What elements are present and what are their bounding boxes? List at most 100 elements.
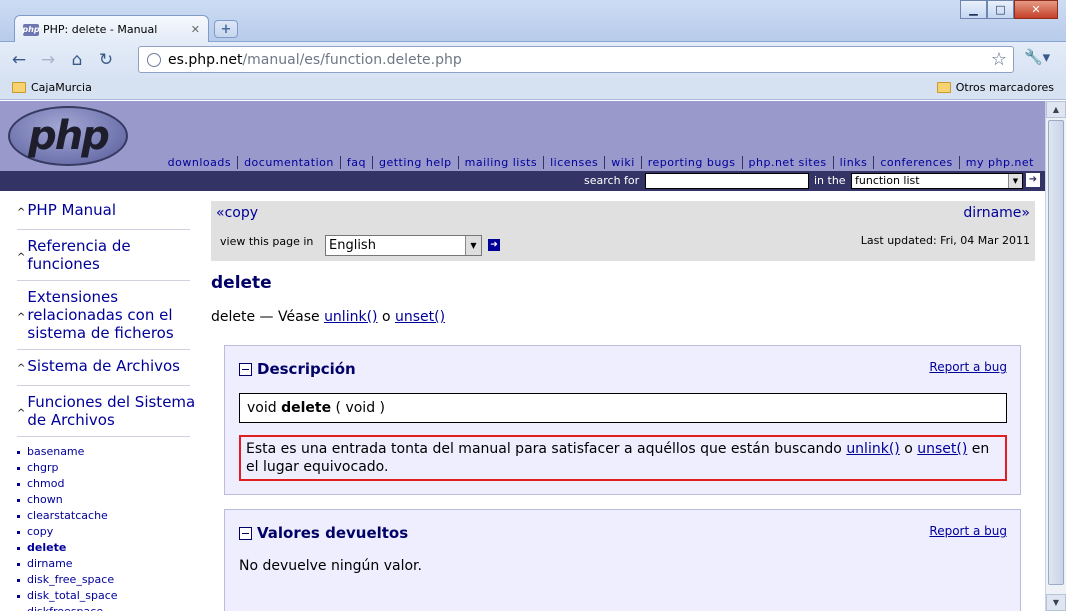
sidebar-function-dirname[interactable]: dirname — [17, 556, 200, 572]
page-viewport: php downloads documentation faq getting … — [0, 101, 1045, 611]
sidebar-item-php-manual[interactable]: ^ PHP Manual — [0, 201, 200, 222]
bullet-icon — [17, 578, 20, 582]
tab-close-icon[interactable]: ✕ — [191, 23, 200, 36]
section-heading: Valores devueltos — [239, 524, 1007, 542]
vertical-scrollbar[interactable]: ▲ ▼ — [1045, 101, 1066, 611]
search-input[interactable] — [645, 173, 809, 189]
sidebar-item-sistema-archivos[interactable]: ^ Sistema de Archivos — [0, 357, 200, 378]
highlighted-note: Esta es una entrada tonta del manual par… — [239, 435, 1007, 481]
next-link[interactable]: dirname» — [963, 205, 1030, 221]
folder-icon — [936, 82, 951, 93]
bullet-icon — [17, 498, 20, 502]
sidebar-item-funciones[interactable]: ^ Funciones del Sistema de Archivos — [0, 393, 200, 429]
sidebar-function-disk-total-space[interactable]: disk_total_space — [17, 588, 200, 604]
caret-up-icon: ^ — [17, 252, 26, 263]
nav-reporting-bugs[interactable]: reporting bugs — [640, 156, 742, 169]
nav-licenses[interactable]: licenses — [543, 156, 604, 169]
reload-button[interactable]: ↻ — [93, 47, 119, 73]
return-text: No devuelve ningún valor. — [239, 558, 422, 574]
sidebar-item-referencia[interactable]: ^ Referencia de funciones — [0, 237, 200, 273]
divider — [17, 229, 190, 230]
nav-documentation[interactable]: documentation — [237, 156, 340, 169]
php-logo[interactable]: php — [8, 106, 128, 166]
nav-my-phpnet[interactable]: my php.net — [958, 156, 1040, 169]
unset-link[interactable]: unset() — [395, 309, 445, 325]
bookmark-other[interactable]: Otros marcadores — [936, 81, 1054, 94]
window-controls: ▁ □ ✕ — [960, 0, 1058, 19]
bookmark-cajamurcia[interactable]: CajaMurcia — [12, 81, 92, 94]
nav-phpnet-sites[interactable]: php.net sites — [741, 156, 833, 169]
view-page-label: view this page in — [220, 235, 314, 248]
chevron-down-icon: ▼ — [1008, 174, 1022, 188]
nav-getting-help[interactable]: getting help — [371, 156, 458, 169]
sidebar-function-clearstatcache[interactable]: clearstatcache — [17, 508, 200, 524]
sidebar-function-delete[interactable]: delete — [17, 540, 200, 556]
forward-button[interactable]: → — [35, 47, 61, 73]
bookmark-star-icon[interactable]: ☆ — [991, 49, 1007, 70]
nav-wiki[interactable]: wiki — [604, 156, 640, 169]
php-search-bar: search for in the function list ▼ ➜ — [0, 171, 1045, 191]
sidebar-function-chmod[interactable]: chmod — [17, 476, 200, 492]
language-select[interactable]: English ▼ — [325, 235, 482, 256]
bullet-icon — [17, 530, 20, 534]
sidebar-item-extensiones[interactable]: ^ Extensiones relacionadas con el sistema… — [0, 288, 200, 342]
description-section: Descripción Report a bug void delete ( v… — [224, 345, 1021, 495]
return-values-section: Valores devueltos Report a bug No devuel… — [224, 509, 1021, 611]
last-updated: Last updated: Fri, 04 Mar 2011 — [860, 234, 1030, 247]
left-sidebar: ^ PHP Manual ^ Referencia de funciones ^ Ex… — [0, 201, 200, 611]
nav-mailing-lists[interactable]: mailing lists — [457, 156, 543, 169]
language-go-button[interactable]: ➜ — [488, 239, 500, 251]
php-favicon-icon: php — [22, 23, 40, 36]
bookmarks-bar: CajaMurcia Otros marcadores — [0, 78, 1066, 100]
prev-next-bar: «copy dirname» view this page in English… — [211, 201, 1035, 261]
bullet-icon — [17, 482, 20, 486]
bullet-icon — [17, 450, 20, 454]
chevron-down-icon: ▼ — [465, 236, 481, 255]
address-bar[interactable]: es.php.net/manual/es/function.delete.php… — [138, 46, 1014, 73]
sidebar-function-diskfreespace[interactable]: diskfreespace — [17, 604, 200, 611]
unlink-link[interactable]: unlink() — [324, 309, 377, 325]
home-button[interactable]: ⌂ — [64, 47, 90, 73]
report-bug-link[interactable]: Report a bug — [929, 524, 1007, 538]
window-titlebar: php PHP: delete - Manual ✕ + ▁ □ ✕ — [0, 0, 1066, 43]
search-scope-select[interactable]: function list ▼ — [851, 173, 1023, 189]
unset-link[interactable]: unset() — [917, 441, 967, 457]
close-window-button[interactable]: ✕ — [1014, 0, 1058, 19]
browser-tab[interactable]: php PHP: delete - Manual ✕ — [14, 15, 209, 43]
bullet-icon — [17, 594, 20, 598]
search-go-button[interactable]: ➜ — [1026, 173, 1040, 187]
unlink-link[interactable]: unlink() — [846, 441, 899, 457]
maximize-button[interactable]: □ — [987, 0, 1014, 19]
bullet-icon — [17, 514, 20, 518]
new-tab-button[interactable]: + — [214, 20, 238, 38]
scrollbar-thumb[interactable] — [1048, 120, 1064, 585]
nav-faq[interactable]: faq — [339, 156, 372, 169]
php-header: php downloads documentation faq getting … — [0, 101, 1045, 171]
prev-link[interactable]: «copy — [216, 205, 258, 221]
globe-icon — [147, 52, 161, 67]
search-label: search for — [584, 174, 640, 187]
main-content: «copy dirname» view this page in English… — [211, 201, 1035, 611]
sidebar-function-chown[interactable]: chown — [17, 492, 200, 508]
collapse-toggle-icon[interactable] — [239, 362, 252, 376]
bullet-icon — [17, 562, 20, 566]
sidebar-function-basename[interactable]: basename — [17, 444, 200, 460]
sidebar-function-copy[interactable]: copy — [17, 524, 200, 540]
sidebar-function-chgrp[interactable]: chgrp — [17, 460, 200, 476]
wrench-menu-icon[interactable]: 🔧▾ — [1024, 48, 1050, 66]
nav-links[interactable]: links — [832, 156, 874, 169]
folder-icon — [12, 82, 26, 93]
minimize-button[interactable]: ▁ — [960, 0, 987, 19]
caret-up-icon: ^ — [17, 363, 26, 374]
divider — [17, 280, 190, 281]
tab-title: PHP: delete - Manual — [43, 23, 158, 36]
scroll-up-icon[interactable]: ▲ — [1046, 101, 1066, 118]
nav-downloads[interactable]: downloads — [162, 156, 237, 169]
nav-conferences[interactable]: conferences — [873, 156, 958, 169]
sidebar-function-disk-free-space[interactable]: disk_free_space — [17, 572, 200, 588]
bookmark-label: Otros marcadores — [955, 81, 1054, 94]
back-button[interactable]: ← — [6, 47, 32, 73]
scroll-down-icon[interactable]: ▼ — [1046, 594, 1066, 611]
collapse-toggle-icon[interactable] — [239, 526, 252, 540]
report-bug-link[interactable]: Report a bug — [929, 360, 1007, 374]
